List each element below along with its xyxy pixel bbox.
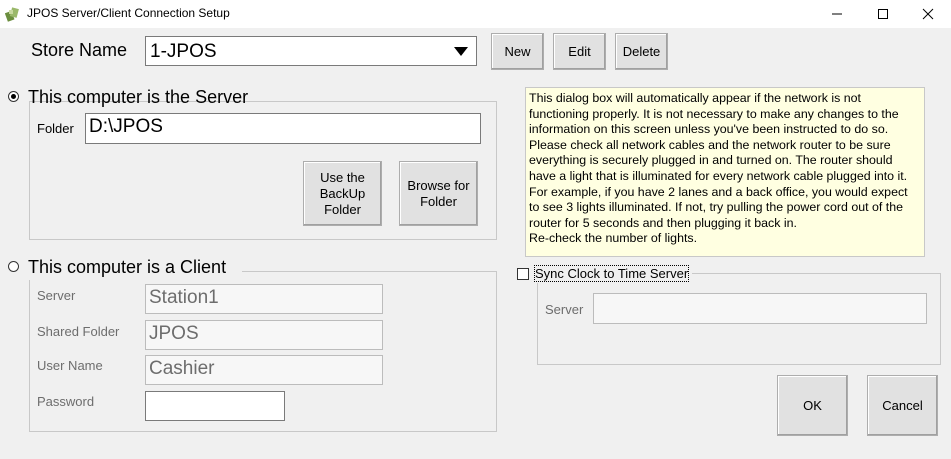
store-name-value: 1-JPOS <box>150 41 217 62</box>
time-server-label: Server <box>545 302 584 317</box>
dropdown-arrow-icon[interactable] <box>446 37 476 65</box>
client-radio[interactable] <box>8 261 19 272</box>
store-name-dropdown[interactable]: 1-JPOS <box>145 36 477 66</box>
user-name-label: User Name <box>37 358 103 373</box>
minimize-button[interactable] <box>814 0 860 28</box>
server-radio-label: This computer is the Server <box>28 87 249 107</box>
maximize-button[interactable] <box>860 0 906 28</box>
cancel-button[interactable]: Cancel <box>867 375 938 436</box>
sync-clock-row[interactable]: Sync Clock to Time Server <box>514 265 692 283</box>
store-name-label: Store Name <box>31 40 128 60</box>
folder-value: D:\JPOS <box>89 116 163 137</box>
user-name-input[interactable]: Cashier <box>145 355 383 385</box>
client-server-value: Station1 <box>149 287 219 308</box>
shared-folder-value: JPOS <box>149 323 199 344</box>
jpos-app-icon <box>4 6 21 22</box>
server-radio-row[interactable]: This computer is the Server <box>6 86 248 110</box>
shared-folder-input[interactable]: JPOS <box>145 320 383 350</box>
sync-clock-checkbox[interactable] <box>517 268 529 280</box>
folder-input[interactable]: D:\JPOS <box>85 113 481 144</box>
network-info-recheck: Re-check the number of lights. <box>529 231 698 246</box>
close-icon <box>922 8 934 20</box>
folder-label: Folder <box>37 121 74 136</box>
minimize-icon <box>832 13 842 15</box>
network-info-text: This dialog box will automatically appea… <box>529 91 908 230</box>
ok-button[interactable]: OK <box>777 375 848 436</box>
password-input[interactable] <box>145 391 285 421</box>
edit-store-button[interactable]: Edit <box>553 33 606 70</box>
network-info-box: This dialog box will automatically appea… <box>525 87 925 257</box>
sync-clock-label: Sync Clock to Time Server <box>533 265 690 282</box>
client-radio-row[interactable]: This computer is a Client <box>6 256 242 280</box>
use-backup-folder-button[interactable]: Use the BackUp Folder <box>303 161 382 226</box>
window-title: JPOS Server/Client Connection Setup <box>27 6 230 20</box>
delete-store-button[interactable]: Delete <box>615 33 668 70</box>
client-server-label: Server <box>37 288 76 303</box>
client-server-input[interactable]: Station1 <box>145 284 383 314</box>
server-radio[interactable] <box>8 91 19 102</box>
password-label: Password <box>37 394 95 409</box>
close-button[interactable] <box>905 0 951 28</box>
time-server-input[interactable] <box>593 293 927 324</box>
browse-folder-button[interactable]: Browse for Folder <box>399 161 478 226</box>
user-name-value: Cashier <box>149 358 215 379</box>
maximize-icon <box>878 9 888 19</box>
shared-folder-label: Shared Folder <box>37 324 120 339</box>
title-bar: JPOS Server/Client Connection Setup <box>0 0 951 28</box>
new-store-button[interactable]: New <box>491 33 544 70</box>
client-radio-label: This computer is a Client <box>28 257 227 277</box>
